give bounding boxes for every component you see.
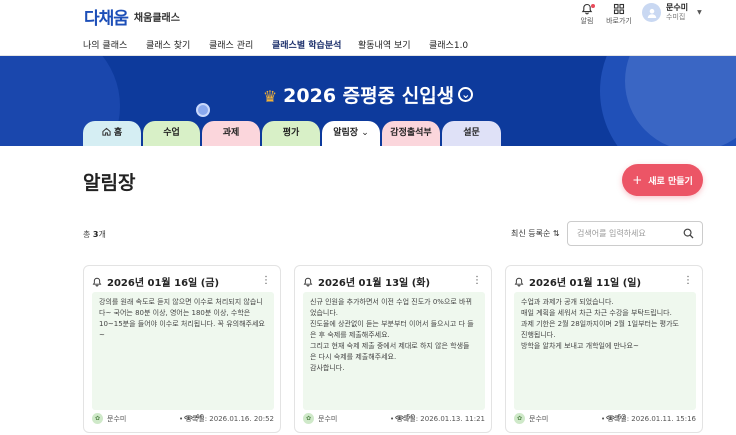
tab-home[interactable]: 홈 (83, 121, 141, 146)
shortcut-button[interactable]: 바로가기 (604, 3, 634, 26)
notice-content: 강의를 원래 속도로 듣지 않으면 이수로 처리되지 않습니 다~ 국어는 80… (92, 292, 274, 410)
total-count: 총 3개 (83, 229, 106, 240)
registered-date: • 등록일: 2026.01.11. 15:16 (601, 415, 696, 423)
author-name: 문수미 (529, 415, 549, 423)
notice-date: 2026년 01월 13일 (화) (303, 274, 430, 289)
top-header: 다채움 채움클래스 알림 바로가기 문수미 수미집 ▼ (0, 0, 736, 30)
notice-footer: ✿ 문수미 46 • 등록일: 2026.01.16. 20:52 (92, 413, 274, 425)
nav-item-manage-class[interactable]: 클래스 관리 (209, 38, 253, 51)
user-menu[interactable]: 문수미 수미집 ▼ (642, 3, 702, 22)
plus-icon: + (632, 173, 643, 187)
class-title[interactable]: ♛ 2026 증평중 신입생 ⌄ (0, 81, 736, 108)
nav-item-class-1-0[interactable]: 클래스1.0 (429, 38, 468, 51)
tab-evaluation-label: 평가 (282, 128, 300, 138)
user-name: 문수미 (666, 3, 689, 12)
registered-date: • 등록일: 2026.01.16. 20:52 (179, 415, 274, 423)
sort-icon: ⇅ (552, 229, 560, 238)
tab-lesson[interactable]: 수업 (143, 121, 200, 146)
tab-emotion-attendance[interactable]: 감정출석부 (382, 121, 440, 146)
home-icon (102, 127, 111, 136)
notice-footer: ✿ 문수미 50 • 등록일: 2026.01.13. 11:21 (303, 413, 485, 425)
notice-date: 2026년 01월 16일 (금) (92, 274, 219, 289)
logo[interactable]: 다채움 채움클래스 (84, 4, 180, 29)
tab-survey-label: 설문 (463, 128, 480, 138)
logo-text: 채움클래스 (133, 13, 180, 24)
tab-assignment-label: 과제 (222, 128, 240, 138)
bell-icon (92, 277, 102, 286)
tab-survey[interactable]: 설문 (442, 121, 501, 146)
notice-footer: ✿ 문수미 63 • 등록일: 2026.01.11. 15:16 (514, 413, 696, 425)
author-avatar: ✿ (92, 413, 103, 424)
search-icon[interactable] (683, 228, 694, 239)
tab-emotion-attendance-label: 감정출석부 (390, 128, 432, 138)
tab-lesson-label: 수업 (163, 128, 180, 138)
author-avatar: ✿ (303, 413, 314, 424)
more-options-icon[interactable]: ⋮ (683, 276, 693, 286)
main-nav: 나의 클래스 클래스 찾기 클래스 관리 클래스별 학습분석 활동내역 보기 클… (0, 30, 736, 56)
class-title-text: 2026 증평중 신입생 (283, 85, 455, 107)
author-name: 문수미 (107, 415, 127, 423)
user-icon (647, 8, 656, 18)
search-placeholder: 검색어를 입력하세요 (577, 229, 646, 238)
new-notice-label: 새로 만들기 (648, 176, 693, 187)
logo-mark: 다채움 (84, 9, 129, 28)
chevron-down-icon: ▼ (697, 9, 702, 16)
tab-home-label: 홈 (113, 128, 123, 138)
chevron-down-icon: ⌄ (361, 128, 369, 138)
nav-item-find-class[interactable]: 클래스 찾기 (146, 38, 190, 51)
notice-card[interactable]: 2026년 01월 11일 (일) ⋮ 수업과 과제가 공개 되었습니다. 매일… (505, 265, 703, 433)
alarm-badge (591, 4, 595, 8)
grid-icon (613, 3, 625, 15)
avatar (642, 3, 661, 22)
more-options-icon[interactable]: ⋮ (472, 276, 482, 286)
more-options-icon[interactable]: ⋮ (261, 276, 271, 286)
notice-date-text: 2026년 01월 13일 (화) (318, 278, 431, 289)
author-avatar: ✿ (514, 413, 525, 424)
registered-date-text: 등록일: 2026.01.13. 11:21 (396, 415, 485, 423)
count-suffix: 개 (98, 230, 106, 239)
new-notice-button[interactable]: + 새로 만들기 (622, 164, 703, 196)
crown-icon: ♛ (262, 87, 278, 106)
search-input[interactable]: 검색어를 입력하세요 (567, 221, 703, 246)
page-title: 알림장 (83, 172, 136, 194)
notice-date: 2026년 01월 11일 (일) (514, 274, 641, 289)
tab-notice[interactable]: 알림장 ⌄ (322, 121, 380, 146)
count-prefix: 총 (83, 230, 91, 239)
nav-item-my-class[interactable]: 나의 클래스 (83, 38, 127, 51)
notice-content: 수업과 과제가 공개 되었습니다. 매일 계획을 세워서 차근 차근 수강을 부… (514, 292, 696, 410)
bell-icon (303, 277, 313, 286)
bell-icon (514, 277, 524, 286)
chevron-down-icon: ⌄ (458, 87, 474, 102)
alarm-label: 알림 (580, 17, 594, 25)
notice-card[interactable]: 2026년 01월 16일 (금) ⋮ 강의를 원래 속도로 듣지 않으면 이수… (83, 265, 281, 433)
tab-notice-label: 알림장 (333, 128, 359, 138)
sort-label: 최신 등록순 (511, 229, 551, 238)
notice-date-text: 2026년 01월 11일 (일) (529, 278, 642, 289)
tab-assignment[interactable]: 과제 (202, 121, 260, 146)
nav-item-learning-analysis[interactable]: 클래스별 학습분석 (272, 38, 341, 51)
registered-date-text: 등록일: 2026.01.16. 20:52 (185, 415, 274, 423)
user-role: 수미집 (666, 13, 686, 21)
alarm-button[interactable]: 알림 (572, 3, 602, 26)
nav-item-activity-history[interactable]: 활동내역 보기 (358, 38, 411, 51)
shortcut-label: 바로가기 (606, 17, 632, 25)
notice-date-text: 2026년 01월 16일 (금) (107, 278, 220, 289)
notice-card[interactable]: 2026년 01월 13일 (화) ⋮ 신규 인원을 추가하면서 이전 수업 진… (294, 265, 492, 433)
author-name: 문수미 (318, 415, 338, 423)
sort-dropdown[interactable]: 최신 등록순 ⇅ (511, 228, 560, 239)
registered-date: • 등록일: 2026.01.13. 11:21 (390, 415, 485, 423)
notice-content: 신규 인원을 추가하면서 이전 수업 진도가 0%으로 바뀌 었습니다. 진도율… (303, 292, 485, 410)
registered-date-text: 등록일: 2026.01.11. 15:16 (607, 415, 696, 423)
tab-evaluation[interactable]: 평가 (262, 121, 320, 146)
